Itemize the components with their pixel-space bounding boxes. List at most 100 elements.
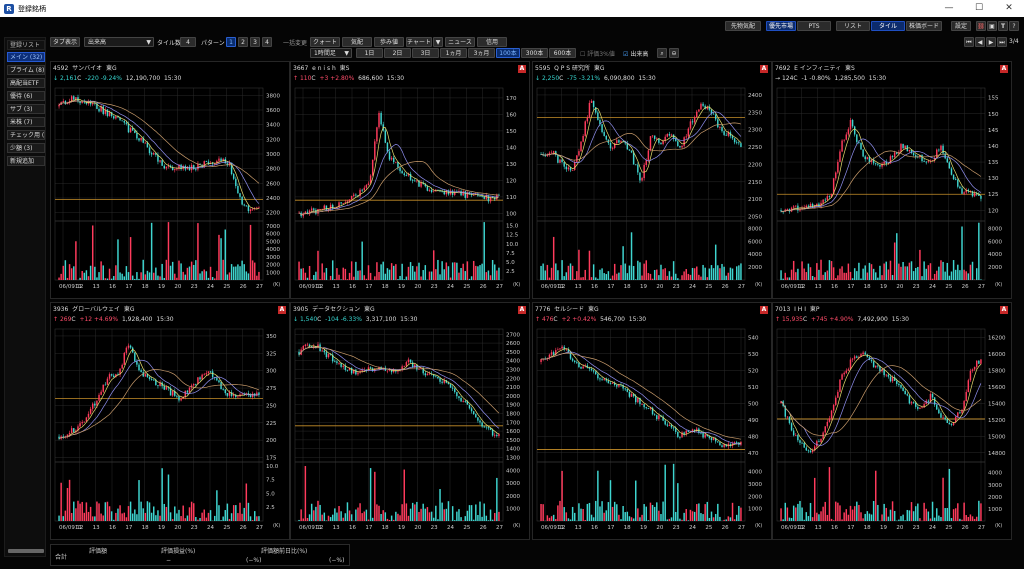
text-size-icon[interactable]: T [998, 21, 1008, 31]
eval-3pct-checkbox[interactable]: ☐ 評価3%値 [580, 49, 615, 58]
range-1d[interactable]: 1日 [356, 48, 383, 58]
futures-quote-button[interactable]: 先物気配 [725, 21, 761, 31]
volume-checkbox[interactable]: ☑ 出来高 [623, 49, 648, 58]
stock-chart[interactable]: 2700260025002400230022002100200019001800… [291, 303, 531, 541]
candle-body [239, 193, 241, 197]
tab-news[interactable]: ニュース [445, 37, 475, 47]
tab-chart[interactable]: チャート [406, 37, 432, 47]
candle-body [98, 108, 100, 112]
range-300-bars[interactable]: 300本 [521, 48, 548, 58]
close-icon[interactable]: ✕ [994, 0, 1024, 17]
candle-body [108, 112, 111, 116]
range-100-bars[interactable]: 100本 [496, 48, 520, 58]
tile-count-select[interactable]: 4 [180, 37, 196, 47]
reset-zoom-icon[interactable]: ⊖ [669, 48, 679, 58]
pattern-3-button[interactable]: 3 [250, 37, 260, 47]
stock-tile[interactable]: 3667 e n i s h 東S ↑ 110C +3 +2.80% 686,60… [290, 61, 530, 299]
volume-unit-label: (K) [755, 523, 762, 529]
sidebar-item-main[interactable]: メイン (32) [7, 52, 45, 62]
sidebar-item-sub[interactable]: サブ (3) [7, 104, 45, 114]
first-page-icon[interactable]: ⏮ [964, 37, 974, 47]
next-page-icon[interactable]: ▶ [986, 37, 996, 47]
volume-unit-label: (K) [995, 523, 1002, 529]
volume-bar [601, 268, 603, 280]
list-select[interactable]: 出来高 ▼ [84, 37, 154, 47]
price-tick-label: 3600 [266, 108, 280, 114]
volume-bar [889, 509, 892, 521]
primary-market-button[interactable]: 優先市場 [766, 21, 796, 31]
stock-tile[interactable]: 7776 セルシード 東G ↑ 476C +2 +0.42% 546,700 15… [532, 302, 772, 540]
volume-bar [205, 271, 208, 280]
volume-bar [447, 501, 450, 521]
volume-bar [167, 222, 170, 280]
tile-view-button[interactable]: タイル [871, 21, 905, 31]
range-3m[interactable]: 3ヵ月 [468, 48, 495, 58]
sidebar-item-benefits[interactable]: 優待 (6) [7, 91, 45, 101]
screenshot-icon[interactable]: ▣ [987, 21, 997, 31]
prev-page-icon[interactable]: ◀ [975, 37, 985, 47]
help-icon[interactable]: ? [1009, 21, 1019, 31]
tab-margin[interactable]: 信用 [477, 37, 507, 47]
stock-chart[interactable]: 1620016000158001560015400152001500014800… [773, 303, 1013, 541]
candle-body [138, 364, 140, 371]
range-3d[interactable]: 3日 [412, 48, 439, 58]
tab-board[interactable]: 気配 [342, 37, 372, 47]
list-view-button[interactable]: リスト [836, 21, 870, 31]
volume-bar [357, 507, 359, 521]
sidebar-item-prime[interactable]: プライム (8) [7, 65, 45, 75]
candle-body [153, 153, 155, 155]
chart-dropdown-icon[interactable]: ▼ [433, 37, 443, 47]
tab-display-toggle[interactable]: タブ表示 [50, 37, 80, 47]
pattern-4-button[interactable]: 4 [262, 37, 272, 47]
volume-bar [919, 518, 921, 521]
stock-tile[interactable]: 3905 データセクション 東G ↓ 1,540C -104 -6.33% 3,3… [290, 302, 530, 540]
stock-chart[interactable]: 2400235023002250220021502100205006/09111… [533, 62, 773, 300]
pattern-1-button[interactable]: 1 [226, 37, 236, 47]
sidebar-scrollbar[interactable] [8, 549, 44, 553]
stock-tile[interactable]: 7692 E インフィニティ 東S → 124C -1 -0.80% 1,285,… [772, 61, 1012, 299]
volume-bar [317, 500, 319, 521]
zoom-icon[interactable]: ⌕ [657, 48, 667, 58]
sidebar-item-us-stocks[interactable]: 米株 (7) [7, 117, 45, 127]
volume-bar [959, 518, 961, 521]
stock-chart[interactable]: 17016015014013012011010006/091112 13 16 17 1… [291, 62, 531, 300]
stock-chart[interactable]: 54053052051050049048047006/091112 13 16 17 1… [533, 303, 773, 541]
tab-quote[interactable]: クォート [310, 37, 340, 47]
volume-bar [957, 264, 959, 280]
price-tick-label: 135 [988, 160, 999, 166]
pts-button[interactable]: PTS [797, 21, 831, 31]
link-icon[interactable]: ⛓ [976, 21, 986, 31]
volume-bar [462, 520, 464, 521]
stock-tile[interactable]: 4592 サンバイオ 東G ↓ 2,161C -220 -9.24% 12,190… [50, 61, 290, 299]
stock-board-button[interactable]: 株価ボード [906, 21, 942, 31]
volume-bar [704, 267, 706, 280]
candle-body [323, 350, 326, 353]
sidebar-item-small[interactable]: 少額 (3) [7, 143, 45, 153]
stock-chart[interactable]: 15515014514013513012512006/091112 13 16 17 1… [773, 62, 1013, 300]
sidebar-add-button[interactable]: 新規追加 [7, 156, 45, 166]
pattern-2-button[interactable]: 2 [238, 37, 248, 47]
volume-bar [681, 275, 683, 280]
volume-bar [146, 501, 149, 521]
maximize-icon[interactable]: ☐ [964, 0, 994, 17]
x-tick-label: 19 [398, 525, 405, 531]
interval-select[interactable]: 1時間足 ▼ [310, 48, 352, 58]
minimize-icon[interactable]: — [934, 0, 964, 17]
stock-chart[interactable]: 35032530027525022520017506/091112 13 16 17 1… [51, 303, 291, 541]
volume-bar [435, 269, 437, 280]
volume-bar [670, 276, 673, 280]
sidebar-item-check[interactable]: チェック用 ( [7, 130, 45, 140]
settings-button[interactable]: 設定 [951, 21, 971, 31]
stock-chart[interactable]: 38003600340032003000280026002400220006/0… [51, 62, 291, 300]
sidebar-item-high-dividend[interactable]: 高配当ETF [7, 78, 45, 88]
range-2d[interactable]: 2日 [384, 48, 411, 58]
price-tick-label: 125 [988, 192, 999, 198]
stock-tile[interactable]: 3936 グローバルウェイ 東G ↑ 269C +12 +4.69% 1,928,… [50, 302, 290, 540]
range-600-bars[interactable]: 600本 [549, 48, 576, 58]
last-page-icon[interactable]: ⏭ [997, 37, 1007, 47]
stock-tile[interactable]: 5595 Q P S 研究所 東G ↓ 2,250C -75 -3.21% 6,0… [532, 61, 772, 299]
range-1m[interactable]: 1ヵ月 [440, 48, 467, 58]
stock-tile[interactable]: 7013 I H I 東P ↑ 15,935C +745 +4.90% 7,492… [772, 302, 1012, 540]
tab-tick[interactable]: 歩み値 [374, 37, 404, 47]
candle-body [70, 428, 73, 434]
